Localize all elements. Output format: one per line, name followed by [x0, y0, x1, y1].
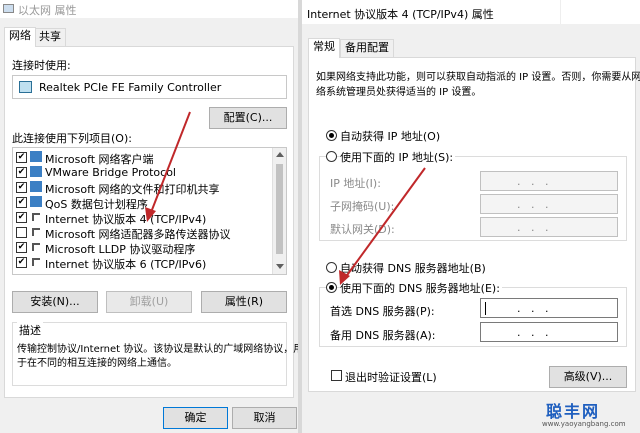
watermark-url: www.yaoyangbang.com	[542, 420, 626, 428]
tab-general[interactable]: 常规	[308, 38, 340, 58]
arrow-head-ipv4	[145, 207, 156, 222]
annotation-arrows	[145, 111, 426, 285]
tab-label: 网络	[9, 29, 31, 42]
arrow-to-ipv4-item	[149, 111, 191, 216]
tab-network[interactable]: 网络	[4, 27, 36, 47]
arrow-to-manual-dns	[344, 167, 426, 279]
watermark: 聪丰网 www.yaoyangbang.com	[540, 398, 640, 433]
tab-label: 常规	[313, 40, 335, 53]
watermark-brand: 聪丰网	[546, 402, 601, 421]
